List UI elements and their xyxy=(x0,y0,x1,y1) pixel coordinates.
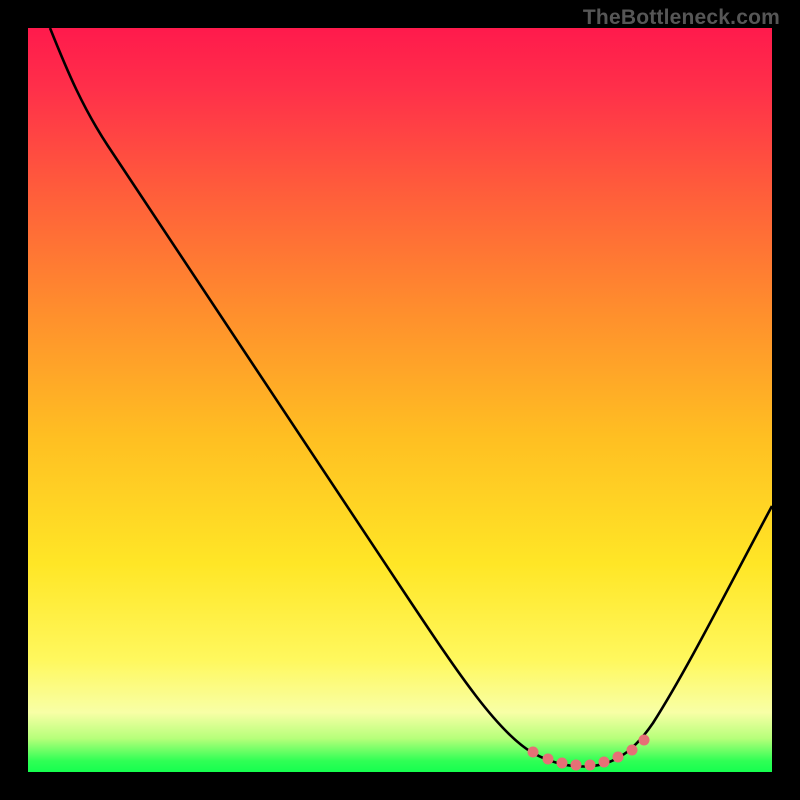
chart-container: TheBottleneck.com xyxy=(0,0,800,800)
plot-area xyxy=(28,28,772,772)
watermark-text: TheBottleneck.com xyxy=(583,6,780,30)
trough-dots xyxy=(528,735,650,771)
curve-path xyxy=(50,28,772,766)
bottleneck-curve xyxy=(28,28,772,772)
